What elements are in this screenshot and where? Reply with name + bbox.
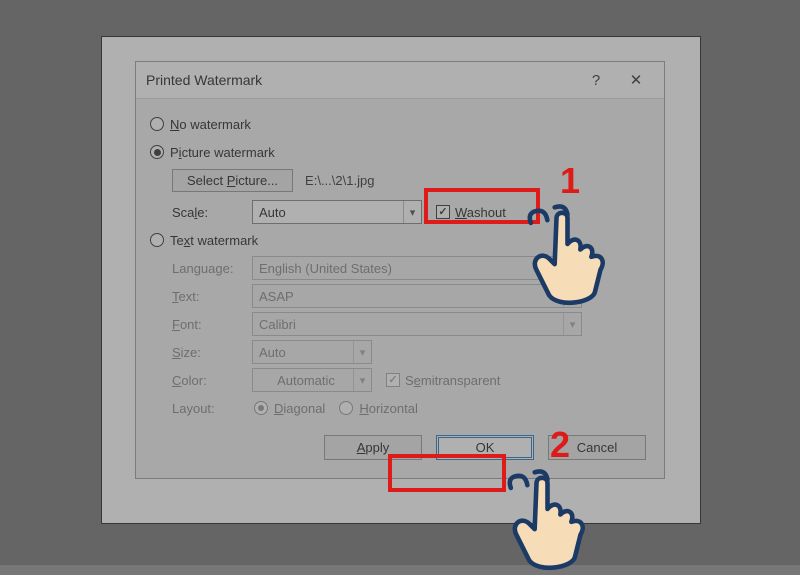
- text-watermark-option[interactable]: Text watermark: [150, 227, 650, 253]
- text-value: ASAP: [259, 289, 563, 304]
- no-watermark-label: No watermark: [170, 117, 251, 132]
- printed-watermark-dialog: Printed Watermark ? ✕ No watermark Pictu…: [135, 61, 665, 479]
- color-value: Automatic: [259, 373, 353, 388]
- semitransparent-label: Semitransparent: [405, 373, 500, 388]
- no-watermark-option[interactable]: No watermark: [150, 111, 650, 137]
- apply-button[interactable]: Apply: [324, 435, 422, 460]
- text-label: Text:: [172, 289, 252, 304]
- picture-path: E:\...\2\1.jpg: [305, 173, 374, 188]
- chevron-down-icon: ▾: [403, 201, 421, 223]
- picture-watermark-label: Picture watermark: [170, 145, 275, 160]
- language-label: Language:: [172, 261, 252, 276]
- color-select: Automatic ▾: [252, 368, 372, 392]
- size-select: Auto ▾: [252, 340, 372, 364]
- help-button[interactable]: ?: [576, 68, 616, 92]
- dialog-titlebar: Printed Watermark ? ✕: [136, 62, 664, 99]
- chevron-down-icon: ▾: [563, 285, 581, 307]
- washout-checkbox[interactable]: [436, 205, 450, 219]
- language-select: English (United States) ▾: [252, 256, 582, 280]
- size-label: Size:: [172, 345, 252, 360]
- radio-icon: [339, 401, 353, 415]
- layout-diagonal-label: Diagonal: [274, 401, 325, 416]
- font-label: Font:: [172, 317, 252, 332]
- chevron-down-icon: ▾: [353, 369, 371, 391]
- semitransparent-checkbox: [386, 373, 400, 387]
- scale-select[interactable]: Auto ▾: [252, 200, 422, 224]
- picture-watermark-option[interactable]: Picture watermark: [150, 139, 650, 165]
- text-select: ASAP ▾: [252, 284, 582, 308]
- font-select: Calibri ▾: [252, 312, 582, 336]
- radio-icon: [150, 117, 164, 131]
- language-value: English (United States): [259, 261, 563, 276]
- washout-label: Washout: [455, 205, 506, 220]
- close-button[interactable]: ✕: [616, 68, 656, 92]
- select-picture-button[interactable]: Select Picture...: [172, 169, 293, 192]
- font-value: Calibri: [259, 317, 563, 332]
- radio-icon: [150, 233, 164, 247]
- dialog-body: No watermark Picture watermark Select Pi…: [136, 99, 664, 478]
- chevron-down-icon: ▾: [563, 257, 581, 279]
- cancel-button[interactable]: Cancel: [548, 435, 646, 460]
- radio-icon: [150, 145, 164, 159]
- scale-value: Auto: [259, 205, 403, 220]
- layout-label: Layout:: [172, 401, 252, 416]
- chevron-down-icon: ▾: [563, 313, 581, 335]
- radio-icon: [254, 401, 268, 415]
- scale-label: Scale:: [172, 205, 252, 220]
- ok-button[interactable]: OK: [436, 435, 534, 460]
- layout-horizontal-label: Horizontal: [359, 401, 418, 416]
- dialog-title: Printed Watermark: [146, 72, 576, 88]
- size-value: Auto: [259, 345, 353, 360]
- color-label: Color:: [172, 373, 252, 388]
- text-watermark-label: Text watermark: [170, 233, 258, 248]
- chevron-down-icon: ▾: [353, 341, 371, 363]
